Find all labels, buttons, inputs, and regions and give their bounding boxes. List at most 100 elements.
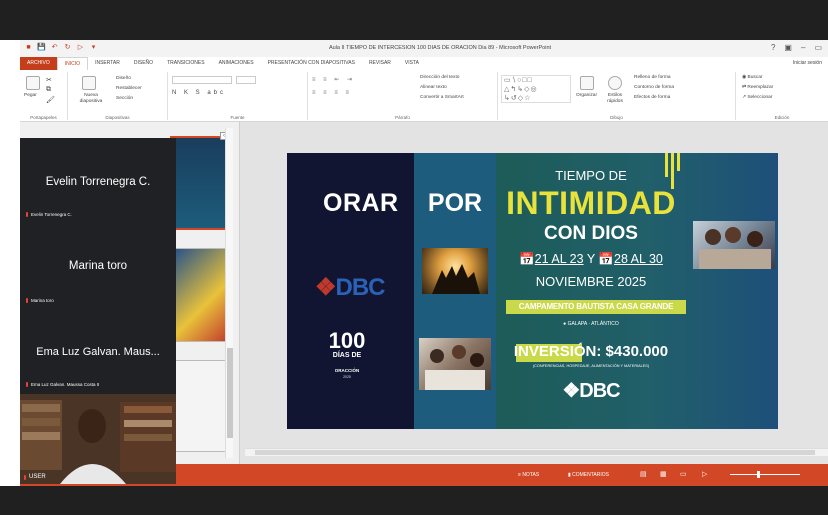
zoom-slider[interactable] <box>730 474 800 475</box>
study-group-photo <box>419 338 491 390</box>
ribbon-display-icon[interactable]: ▣ <box>784 43 792 52</box>
window-title: Aula II TIEMPO DE INTERCESION 100 DIAS D… <box>328 45 552 51</box>
inversion-subtext: (CONFERENCIAS, HOSPEDAJE, ALIMENTACIÓN Y… <box>532 364 650 368</box>
scroll-thumb[interactable] <box>255 450 815 455</box>
dias-year: 2025 <box>343 375 351 379</box>
mic-muted-icon <box>26 212 28 217</box>
tab-file[interactable]: ARCHIVO <box>20 57 57 70</box>
smartart-button[interactable]: Convertir a SmartArt <box>420 95 464 100</box>
signin-link[interactable]: Iniciar sesión <box>793 57 822 70</box>
comments-button[interactable]: ▮ COMENTARIOS <box>568 472 609 478</box>
copy-icon[interactable]: ⧉ <box>46 86 51 94</box>
find-button[interactable]: ◉ Buscar <box>742 75 762 80</box>
paste-button[interactable]: Pegar <box>24 93 37 98</box>
top-letterbox <box>0 0 828 40</box>
quick-styles-button[interactable]: Estilos rápidos <box>602 93 628 105</box>
month-text: NOVIEMBRE 2025 <box>535 274 647 289</box>
group-clipboard: Pegar ✂ ⧉ 🖌 Portapapeles <box>20 72 68 120</box>
dbc-logo-left: ❖DBC <box>315 274 386 301</box>
slide-canvas[interactable]: ORAR POR ❖DBC 100 DÍAS DE ORACCIÓN 2025 … <box>287 153 778 429</box>
align-text-button[interactable]: Alinear texto <box>420 85 447 90</box>
reset-button[interactable]: Restablecer <box>116 86 142 91</box>
new-slide-icon[interactable] <box>82 76 96 90</box>
video-call-panel: Evelin Torrenegra C. Evelin Torrenegra C… <box>20 138 176 484</box>
customize-qat-icon[interactable]: ▾ <box>89 44 98 52</box>
format-painter-icon[interactable]: 🖌 <box>46 96 55 104</box>
quick-styles-icon[interactable] <box>608 76 622 90</box>
paragraph-label: Párrafo <box>395 115 410 120</box>
mic-muted-icon <box>26 382 28 387</box>
ribbon: Pegar ✂ ⧉ 🖌 Portapapeles Nueva diapositi… <box>20 70 828 122</box>
font-family-select[interactable] <box>172 76 232 84</box>
tab-home[interactable]: INICIO <box>56 57 89 70</box>
dbc-emblem-icon: ❖ <box>315 274 336 301</box>
shapes-gallery[interactable]: ▭∖○□□ △↰↳◇◎ ↳↺◇☆ <box>501 75 571 103</box>
new-slide-button[interactable]: Nueva diapositiva <box>74 93 108 105</box>
intimidad-text: INTIMIDAD <box>506 185 676 221</box>
reading-view-icon[interactable]: ▭ <box>680 470 687 478</box>
worship-photo <box>422 248 488 294</box>
tab-slideshow[interactable]: PRESENTACIÓN CON DIAPOSITIVAS <box>261 57 362 70</box>
slides-label: Diapositivas <box>105 115 130 120</box>
group-slides: Nueva diapositiva Diseño Restablecer Sec… <box>68 72 168 120</box>
tab-insert[interactable]: INSERTAR <box>88 57 127 70</box>
slide-sorter-icon[interactable]: ▦ <box>660 470 667 478</box>
redo-icon[interactable]: ↻ <box>63 44 72 52</box>
help-icon[interactable]: ? <box>771 43 775 52</box>
tab-design[interactable]: DISEÑO <box>127 57 160 70</box>
scroll-thumb[interactable] <box>227 348 233 438</box>
save-icon[interactable]: 💾 <box>37 44 46 52</box>
inversion-line: INVERSIÓN: $430.000 <box>513 343 669 360</box>
oracion-label: ORACCIÓN <box>334 368 360 373</box>
thumbnails-scrollbar[interactable] <box>225 128 233 458</box>
replace-button[interactable]: ⇄ Reemplazar <box>742 85 773 90</box>
minimize-icon[interactable]: – <box>801 43 805 52</box>
window-controls: ? ▣ – ▭ <box>771 43 822 52</box>
zoom-slider-knob[interactable] <box>757 471 760 478</box>
group-font: N K S abc Fuente <box>168 72 308 120</box>
section-button[interactable]: Sección <box>116 96 133 101</box>
list-icons[interactable]: ≡ ≡ ⇤ ⇥ <box>312 76 355 83</box>
ribbon-tabs: ARCHIVO INICIO INSERTAR DISEÑO TRANSICIO… <box>20 57 828 70</box>
font-label: Fuente <box>230 115 245 120</box>
select-button[interactable]: ↗ Seleccionar <box>742 95 772 100</box>
tab-animations[interactable]: ANIMACIONES <box>212 57 261 70</box>
editing-label: Edición <box>774 115 790 120</box>
text-direction-button[interactable]: Dirección del texto <box>420 75 459 80</box>
align-icons[interactable]: ≡ ≡ ≡ ≡ <box>312 90 352 96</box>
notes-button[interactable]: ≡ NOTAS <box>518 472 539 478</box>
shape-fill-button[interactable]: Relleno de forma <box>634 75 671 80</box>
cut-icon[interactable]: ✂ <box>46 76 52 84</box>
undo-icon[interactable]: ↶ <box>50 44 59 52</box>
dias-label: DÍAS DE <box>332 352 362 359</box>
calendar-icon: 📅 <box>519 252 535 266</box>
mic-muted-icon <box>26 298 28 303</box>
paste-icon[interactable] <box>26 76 40 90</box>
self-camera-tile: USER <box>20 394 176 484</box>
restore-icon[interactable]: ▭ <box>814 43 822 52</box>
tab-transitions[interactable]: TRANSICIONES <box>160 57 212 70</box>
start-slideshow-icon[interactable]: ▷ <box>76 44 85 52</box>
slide-thumbnail[interactable] <box>170 248 230 342</box>
font-size-select[interactable] <box>236 76 256 84</box>
slide-thumbnail[interactable] <box>170 136 230 230</box>
layout-button[interactable]: Diseño <box>116 76 131 81</box>
shape-outline-button[interactable]: Contorno de forma <box>634 85 674 90</box>
slideshow-view-icon[interactable]: ▷ <box>702 470 707 478</box>
clipboard-label: Portapapeles <box>30 115 57 120</box>
horizontal-scrollbar[interactable] <box>245 448 828 456</box>
shape-effects-button[interactable]: Efectos de forma <box>634 95 670 100</box>
tab-review[interactable]: REVISAR <box>362 57 398 70</box>
arrange-icon[interactable] <box>580 76 594 90</box>
self-tag: USER <box>24 474 46 480</box>
location-text: ● GALAPA · ATLÁNTICO <box>563 321 619 327</box>
slide-orar-text: ORAR <box>323 189 399 217</box>
arrange-button[interactable]: Organizar <box>576 93 597 98</box>
normal-view-icon[interactable]: ▤ <box>640 470 647 478</box>
font-format-icons[interactable]: N K S abc <box>172 90 226 96</box>
campamento-banner: CAMPAMENTO BAUTISTA CASA GRANDE <box>506 300 686 314</box>
participant-name: Marina toro <box>68 260 128 272</box>
tab-view[interactable]: VISTA <box>398 57 426 70</box>
dates-line: 📅21 AL 23 Y 📅28 AL 30 <box>519 252 663 266</box>
slide-thumbnail[interactable] <box>170 360 230 452</box>
